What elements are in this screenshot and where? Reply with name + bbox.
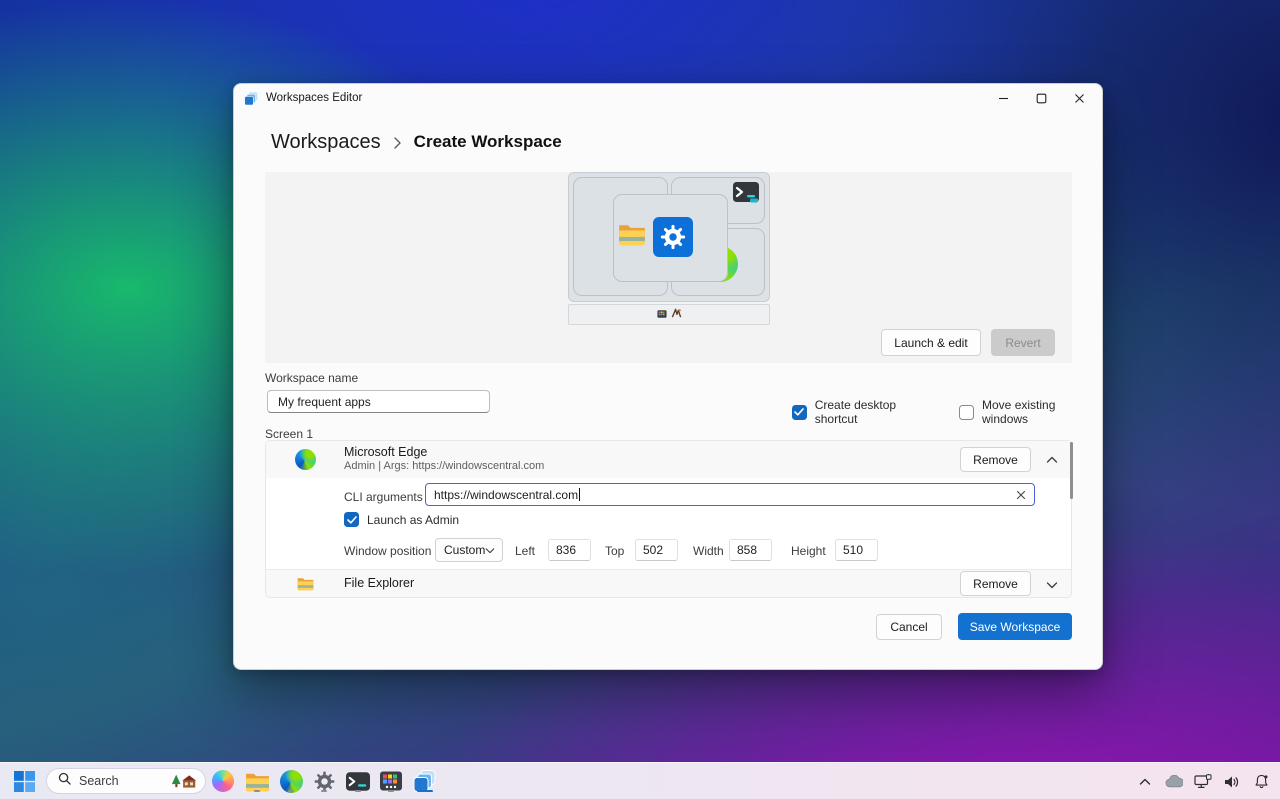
app-subtitle: Admin | Args: https://windowscentral.com [344, 460, 544, 472]
left-input[interactable]: 836 [548, 539, 591, 561]
taskbar-settings-icon[interactable] [311, 768, 337, 794]
window-controls [984, 84, 1098, 112]
chevron-up-icon[interactable] [1045, 453, 1059, 467]
system-tray [1136, 763, 1270, 799]
position-mode-dropdown[interactable]: Custom [435, 538, 503, 562]
window-title: Workspaces Editor [266, 92, 362, 104]
volume-icon[interactable] [1223, 772, 1241, 792]
cancel-button[interactable]: Cancel [876, 614, 942, 640]
monitor-taskbar-strip [568, 304, 770, 325]
width-label: Width [693, 544, 724, 558]
workspace-options: Create desktop shortcut Move existing wi… [792, 398, 1102, 426]
save-workspace-button[interactable]: Save Workspace [958, 613, 1072, 640]
folder-icon [618, 222, 646, 251]
checkbox-unchecked-icon[interactable] [959, 405, 974, 420]
scrollbar-thumb[interactable] [1070, 442, 1073, 499]
minimize-button[interactable] [984, 84, 1022, 112]
edge-expanded-settings: CLI arguments https://windowscentral.com… [266, 478, 1071, 569]
taskbar-edge-icon[interactable] [278, 768, 304, 794]
taskbar-copilot-icon[interactable] [210, 768, 236, 794]
top-label: Top [605, 544, 624, 558]
left-label: Left [515, 544, 535, 558]
clear-input-icon[interactable] [1016, 490, 1026, 500]
taskbar-terminal-icon[interactable] [345, 768, 371, 794]
window-position-label: Window position [344, 544, 431, 558]
window-tile-center [613, 194, 728, 282]
move-existing-windows-label: Move existing windows [982, 398, 1102, 426]
notifications-bell-icon[interactable] [1252, 772, 1270, 792]
settings-gear-icon [653, 217, 693, 257]
search-icon [58, 772, 71, 790]
launch-as-admin-label: Launch as Admin [367, 513, 459, 527]
taskbar-workspaces-icon[interactable] [412, 768, 438, 794]
text-caret [579, 488, 580, 501]
edge-icon [295, 449, 316, 470]
screen-app-list: Microsoft Edge Admin | Args: https://win… [265, 440, 1072, 598]
app-row-microsoft-edge[interactable]: Microsoft Edge Admin | Args: https://win… [266, 441, 1071, 478]
screen-section-label: Screen 1 [265, 427, 313, 441]
height-label: Height [791, 544, 826, 558]
revert-button[interactable]: Revert [991, 329, 1055, 356]
chevron-right-icon [393, 134, 402, 150]
position-mode-value: Custom [444, 543, 485, 557]
terminal-icon [733, 182, 759, 209]
top-value: 502 [643, 543, 663, 557]
onedrive-cloud-icon[interactable] [1165, 772, 1183, 792]
monitor-preview [568, 172, 770, 302]
hidden-icons-chevron-icon[interactable] [1136, 772, 1154, 792]
workspace-name-label: Workspace name [265, 371, 358, 385]
folder-icon [297, 576, 314, 596]
remove-file-explorer-button[interactable]: Remove [960, 571, 1031, 596]
app-row-file-explorer[interactable]: File Explorer Remove [266, 569, 1071, 597]
footer-actions: Cancel Save Workspace [876, 613, 1072, 640]
workspace-preview-panel: Launch & edit Revert [265, 172, 1072, 363]
checkbox-checked-icon[interactable] [792, 405, 807, 420]
top-input[interactable]: 502 [635, 539, 678, 561]
left-value: 836 [556, 543, 576, 557]
page-title: Create Workspace [414, 132, 562, 152]
chevron-down-icon [485, 543, 495, 557]
workspace-name-input[interactable]: My frequent apps [267, 390, 490, 413]
taskbar: Search [0, 762, 1280, 799]
taskbar-app-grid-icon[interactable] [378, 768, 404, 794]
workspaces-app-icon [244, 91, 259, 106]
cli-arguments-label: CLI arguments [344, 490, 423, 504]
app-title: File Explorer [344, 576, 414, 590]
app-title: Microsoft Edge [344, 445, 427, 459]
create-desktop-shortcut-label: Create desktop shortcut [815, 398, 940, 426]
close-button[interactable] [1060, 84, 1098, 112]
search-box[interactable]: Search [46, 768, 206, 794]
taskbar-file-explorer-icon[interactable] [244, 768, 270, 794]
breadcrumb: Workspaces Create Workspace [271, 126, 562, 158]
preview-taskbar-pen-icon [671, 306, 682, 324]
remove-edge-button[interactable]: Remove [960, 447, 1031, 472]
create-desktop-shortcut-option[interactable]: Create desktop shortcut [792, 398, 939, 426]
width-value: 858 [737, 543, 757, 557]
height-input[interactable]: 510 [835, 539, 878, 561]
chevron-down-icon[interactable] [1045, 578, 1059, 592]
launch-as-admin-option[interactable]: Launch as Admin [344, 512, 459, 527]
checkbox-checked-icon[interactable] [344, 512, 359, 527]
search-highlight-icon[interactable] [171, 773, 197, 790]
preview-taskbar-grid-icon [657, 306, 667, 324]
height-value: 510 [843, 543, 863, 557]
start-button[interactable] [13, 770, 36, 793]
preview-actions: Launch & edit Revert [881, 329, 1055, 356]
maximize-button[interactable] [1022, 84, 1060, 112]
cli-arguments-value: https://windowscentral.com [434, 488, 578, 502]
launch-and-edit-button[interactable]: Launch & edit [881, 329, 981, 356]
workspaces-editor-window: Workspaces Editor Workspaces Create Work… [233, 83, 1103, 670]
move-existing-windows-option[interactable]: Move existing windows [959, 398, 1102, 426]
workspace-name-value: My frequent apps [278, 395, 371, 409]
breadcrumb-workspaces[interactable]: Workspaces [271, 131, 381, 154]
cli-arguments-input[interactable]: https://windowscentral.com [425, 483, 1035, 506]
search-placeholder: Search [79, 774, 119, 788]
width-input[interactable]: 858 [729, 539, 772, 561]
network-icon[interactable] [1194, 772, 1212, 792]
